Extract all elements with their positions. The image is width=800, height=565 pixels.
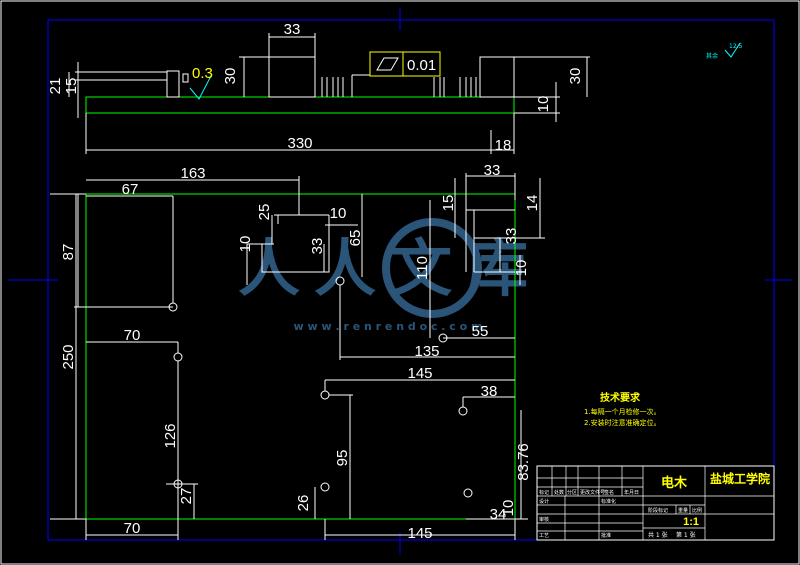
dim-33-right: 33 <box>484 162 501 179</box>
technical-requirements: 技术要求 1.每隔一个月检修一次。 2.安装时注意准确定位。 <box>584 391 661 427</box>
roughness-symbol-main: 0.3 <box>189 65 213 100</box>
flatness-value: 0.01 <box>407 57 436 74</box>
svg-text:重量: 重量 <box>678 507 688 514</box>
flatness-icon <box>376 57 399 71</box>
top-plate-outline <box>85 96 515 114</box>
dim-33-right-v: 33 <box>503 228 520 245</box>
svg-text:批准: 批准 <box>601 532 611 539</box>
dim-135: 135 <box>414 343 439 360</box>
hole-4 <box>173 352 183 362</box>
tech-req-title: 技术要求 <box>600 391 641 404</box>
svg-text:年月日: 年月日 <box>624 489 639 496</box>
title-school: 盐城工学院 <box>710 471 770 486</box>
svg-text:标记: 标记 <box>539 489 549 496</box>
dim-10-bottom: 10 <box>500 500 517 517</box>
hole-6 <box>458 406 468 416</box>
dim-87: 87 <box>60 244 77 261</box>
dim-thickness-10: 10 <box>535 96 552 113</box>
dim-offset-18: 18 <box>495 137 512 154</box>
hole-5 <box>320 390 330 400</box>
svg-text:共 1 张: 共 1 张 <box>648 531 668 539</box>
hole-9 <box>463 488 473 498</box>
watermark-brand: 人人文库 <box>238 232 542 305</box>
svg-text:比例: 比例 <box>692 507 702 514</box>
dim-left-15: 15 <box>63 78 80 95</box>
svg-text:12.5: 12.5 <box>729 43 743 50</box>
dim-163: 163 <box>180 165 205 182</box>
flatness-tolerance: 0.01 <box>369 51 441 77</box>
svg-text:阶段标记: 阶段标记 <box>648 507 668 514</box>
dim-145-bottom: 145 <box>407 525 432 542</box>
plan-dim-lines <box>50 173 545 540</box>
dim-70-top: 70 <box>124 327 141 344</box>
dim-70-bottom: 70 <box>124 520 141 537</box>
watermark-url: w w w . r e n r e n d o c . c o m <box>293 320 482 333</box>
dim-10-v: 10 <box>237 236 254 253</box>
title-scale: 1:1 <box>683 516 699 528</box>
watermark: 人人文库 w w w . r e n r e n d o c . c o m <box>238 218 542 333</box>
dim-14-right: 14 <box>524 195 541 212</box>
dim-67: 67 <box>122 181 139 198</box>
dim-65: 65 <box>347 230 364 247</box>
svg-text:审核: 审核 <box>539 516 549 523</box>
dim-overall-330: 330 <box>287 135 312 152</box>
dim-height-30-left: 30 <box>222 68 239 85</box>
dim-110: 110 <box>414 256 431 280</box>
top-view-dim-lines <box>68 33 590 154</box>
dim-26: 26 <box>295 495 312 512</box>
svg-text:处数: 处数 <box>554 489 564 496</box>
svg-text:工艺: 工艺 <box>539 533 549 539</box>
dim-left-21: 21 <box>47 78 64 95</box>
top-blocks <box>166 56 515 98</box>
dim-33-v: 33 <box>309 238 326 255</box>
dim-10-right: 10 <box>513 260 530 277</box>
top-view: 0.01 0.3 12.5 其余 33 330 18 21 15 30 30 1… <box>47 21 743 154</box>
title-part-name: 电木 <box>661 475 688 491</box>
dim-126: 126 <box>162 423 179 448</box>
svg-text:签名: 签名 <box>604 489 614 496</box>
hole-8 <box>320 482 330 492</box>
dim-55: 55 <box>472 323 489 340</box>
dim-250: 250 <box>60 344 77 369</box>
tech-req-item-1: 1.每隔一个月检修一次。 <box>584 407 661 416</box>
svg-text:0.3: 0.3 <box>192 65 213 82</box>
dim-27: 27 <box>178 488 195 505</box>
dim-10-h: 10 <box>330 205 347 222</box>
dim-25: 25 <box>256 204 273 221</box>
svg-text:设计: 设计 <box>539 498 549 505</box>
dim-95: 95 <box>334 450 351 467</box>
dim-83-76: 83.76 <box>515 443 532 481</box>
svg-text:分区: 分区 <box>567 489 577 496</box>
roughness-symbol-rest: 12.5 其余 <box>706 42 743 60</box>
dim-145-mid: 145 <box>407 365 432 382</box>
tech-req-item-2: 2.安装时注意准确定位。 <box>584 418 661 427</box>
plan-view: 163 67 87 250 70 126 27 70 25 10 10 33 6… <box>50 162 545 542</box>
dim-height-30-right: 30 <box>567 68 584 85</box>
dim-38: 38 <box>481 383 498 400</box>
svg-text:其余: 其余 <box>706 52 718 60</box>
dim-15-right: 15 <box>440 195 457 212</box>
title-block: 电木 盐城工学院 标记 处数 分区 更改文件号 签名 年月日 设计 标准化 阶段… <box>536 465 775 541</box>
svg-text:第 1 张: 第 1 张 <box>676 531 696 539</box>
svg-text:标准化: 标准化 <box>601 498 616 505</box>
dim-top-33: 33 <box>284 21 301 38</box>
cad-drawing: 人人文库 w w w . r e n r e n d o c . c o m 0… <box>0 0 800 565</box>
svg-text:更改文件号: 更改文件号 <box>580 489 605 496</box>
